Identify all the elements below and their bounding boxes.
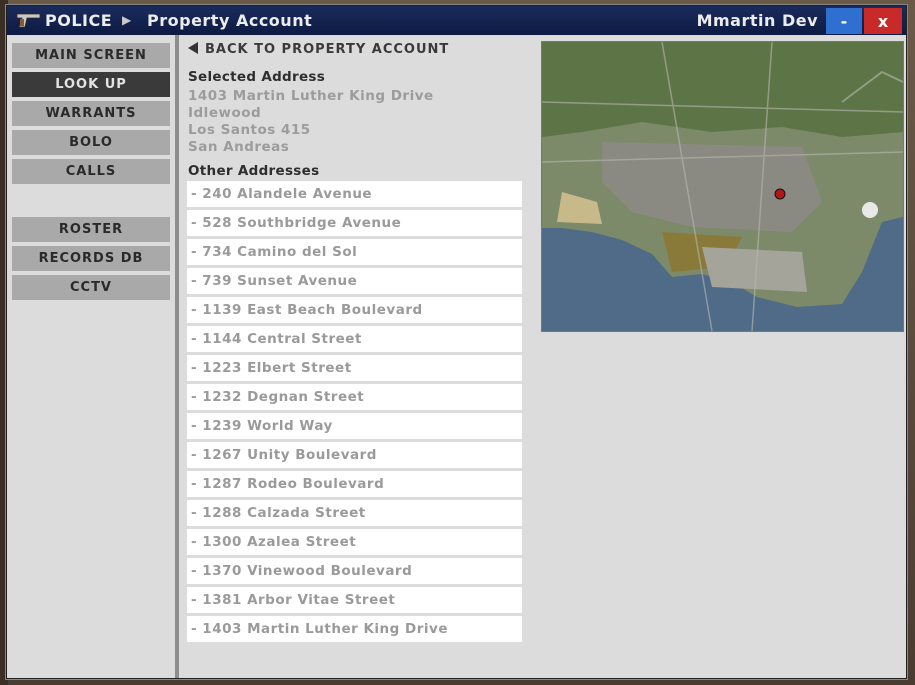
list-item[interactable]: - 1267 Unity Boulevard	[187, 442, 522, 468]
list-item[interactable]: - 240 Alandele Avenue	[187, 181, 522, 207]
list-item[interactable]: - 1381 Arbor Vitae Street	[187, 587, 522, 613]
list-item[interactable]: - 1144 Central Street	[187, 326, 522, 352]
breadcrumb-arrow-icon: ▶	[122, 13, 132, 27]
list-item[interactable]: - 1370 Vinewood Boulevard	[187, 558, 522, 584]
sidebar: MAIN SCREEN LOOK UP WARRANTS BOLO CALLS …	[7, 35, 179, 678]
back-arrow-icon	[188, 42, 198, 54]
sidebar-item-main-screen[interactable]: MAIN SCREEN	[12, 43, 170, 68]
sidebar-item-roster[interactable]: ROSTER	[12, 217, 170, 242]
selected-city: Los Santos 415	[188, 122, 311, 138]
sidebar-item-records-db[interactable]: RECORDS DB	[12, 246, 170, 271]
page-title: Property Account	[147, 11, 313, 30]
sidebar-item-bolo[interactable]: BOLO	[12, 130, 170, 155]
list-item[interactable]: - 739 Sunset Avenue	[187, 268, 522, 294]
close-button[interactable]: x	[864, 8, 902, 34]
other-addresses-heading: Other Addresses	[188, 163, 320, 179]
selected-address-heading: Selected Address	[188, 69, 326, 85]
list-item[interactable]: - 734 Camino del Sol	[187, 239, 522, 265]
back-link-label: BACK TO PROPERTY ACCOUNT	[205, 42, 450, 57]
list-item[interactable]: - 1239 World Way	[187, 413, 522, 439]
back-to-property-account-link[interactable]: BACK TO PROPERTY ACCOUNT	[188, 42, 449, 57]
list-item[interactable]: - 1287 Rodeo Boulevard	[187, 471, 522, 497]
sidebar-item-cctv[interactable]: CCTV	[12, 275, 170, 300]
list-item[interactable]: - 1403 Martin Luther King Drive	[187, 616, 522, 642]
sidebar-item-warrants[interactable]: WARRANTS	[12, 101, 170, 126]
list-item[interactable]: - 1288 Calzada Street	[187, 500, 522, 526]
minimize-button[interactable]: -	[826, 8, 862, 34]
selected-district: Idlewood	[188, 105, 262, 121]
list-item[interactable]: - 528 Southbridge Avenue	[187, 210, 522, 236]
title-bar: POLICE ▶ Property Account Mmartin Dev - …	[7, 6, 906, 35]
city-map-image	[542, 42, 903, 331]
property-map[interactable]	[541, 41, 904, 332]
user-name: Mmartin Dev	[696, 11, 818, 30]
selected-street: 1403 Martin Luther King Drive	[188, 88, 434, 104]
list-item[interactable]: - 1139 East Beach Boulevard	[187, 297, 522, 323]
other-addresses-list: - 240 Alandele Avenue - 528 Southbridge …	[187, 181, 522, 645]
selected-state: San Andreas	[188, 139, 290, 155]
sidebar-item-calls[interactable]: CALLS	[12, 159, 170, 184]
police-window: POLICE ▶ Property Account Mmartin Dev - …	[6, 5, 907, 679]
app-title: POLICE	[45, 11, 113, 30]
list-item[interactable]: - 1300 Azalea Street	[187, 529, 522, 555]
list-item[interactable]: - 1223 Elbert Street	[187, 355, 522, 381]
list-item[interactable]: - 1232 Degnan Street	[187, 384, 522, 410]
sidebar-item-look-up[interactable]: LOOK UP	[12, 72, 170, 97]
pistol-icon	[16, 13, 41, 28]
